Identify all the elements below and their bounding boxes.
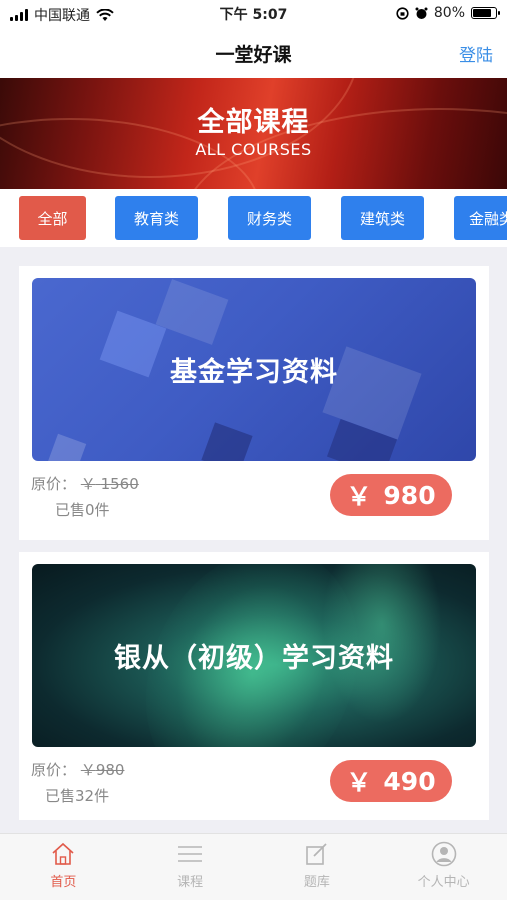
tabbar-item-home[interactable]: 首页 — [0, 834, 127, 900]
price-button[interactable]: ￥ 980 — [330, 474, 452, 516]
original-price: 原价： ￥980 — [31, 759, 124, 780]
category-tab-all[interactable]: 全部 — [19, 196, 86, 240]
page-title: 一堂好课 — [215, 44, 292, 66]
battery-icon — [471, 7, 500, 19]
tabbar-label: 首页 — [50, 875, 77, 890]
banner: 全部课程 ALL COURSES — [0, 78, 507, 189]
category-tab-banking[interactable]: 金融类 — [454, 196, 507, 240]
price-value: 980 — [383, 480, 436, 510]
tabbar-label: 课程 — [177, 875, 204, 890]
original-price-label: 原价： — [31, 761, 77, 779]
bottom-tab-bar: 首页 课程 题库 个人中心 — [0, 833, 507, 900]
login-button[interactable]: 登陆 — [459, 41, 493, 66]
nav-bar: 一堂好课 登陆 — [0, 26, 507, 78]
tabbar-label: 题库 — [303, 875, 330, 890]
list-icon — [178, 846, 203, 862]
course-cover-image[interactable]: 银从（初级）学习资料 — [32, 564, 476, 747]
battery-percent: 80% — [433, 5, 465, 21]
tabbar-item-question-bank[interactable]: 题库 — [254, 834, 381, 900]
sold-count: 已售32件 — [45, 787, 110, 805]
course-card[interactable]: 银从（初级）学习资料 原价： ￥980 已售32件 ￥ 490 — [19, 552, 489, 820]
edit-icon — [306, 843, 327, 865]
sold-count: 已售0件 — [55, 501, 110, 519]
home-icon — [52, 842, 74, 865]
original-price: 原价： ￥ 1560 — [31, 473, 139, 494]
price-value: 490 — [383, 766, 436, 796]
category-tab-education[interactable]: 教育类 — [115, 196, 198, 240]
price-button[interactable]: ￥ 490 — [330, 760, 452, 802]
user-icon — [431, 841, 456, 867]
tabbar-label: 个人中心 — [417, 875, 470, 890]
course-cover-title: 基金学习资料 — [170, 357, 338, 388]
category-tabs: 全部 教育类 财务类 建筑类 金融类 — [0, 189, 507, 247]
status-bar: 中国联通 下午 5:07 80% — [0, 0, 507, 26]
tabbar-item-profile[interactable]: 个人中心 — [380, 834, 507, 900]
banner-title: 全部课程 — [197, 107, 310, 138]
original-price-value: ￥ 1560 — [80, 475, 139, 493]
tabbar-item-courses[interactable]: 课程 — [127, 834, 254, 900]
category-tab-finance[interactable]: 财务类 — [228, 196, 311, 240]
price-currency: ￥ — [346, 768, 372, 797]
course-cover-title: 银从（初级）学习资料 — [114, 643, 394, 674]
alarm-icon — [415, 7, 428, 19]
category-tab-construction[interactable]: 建筑类 — [341, 196, 424, 240]
course-cover-image[interactable]: 基金学习资料 — [32, 278, 476, 461]
original-price-value: ￥980 — [80, 761, 125, 779]
course-card[interactable]: 基金学习资料 原价： ￥ 1560 已售0件 ￥ 980 — [19, 266, 489, 540]
price-currency: ￥ — [346, 482, 372, 511]
original-price-label: 原价： — [31, 475, 77, 493]
rotation-lock-icon — [396, 6, 409, 20]
banner-subtitle: ALL COURSES — [195, 140, 312, 159]
